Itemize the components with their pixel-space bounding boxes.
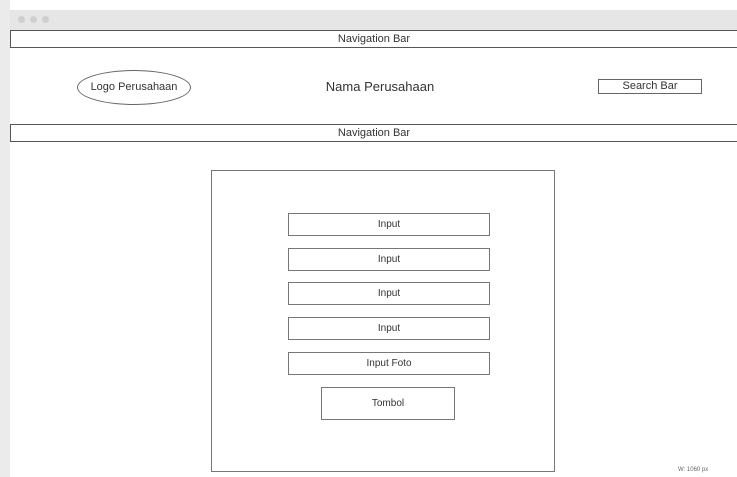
second-navigation-bar[interactable]: Navigation Bar (10, 124, 737, 142)
input-field-4[interactable]: Input (288, 317, 490, 340)
window-close-dot[interactable] (18, 16, 25, 23)
window-minimize-dot[interactable] (30, 16, 37, 23)
canvas-width-label: W: 1060 px (678, 467, 709, 473)
input-field-1[interactable]: Input (288, 213, 490, 236)
input-field-2[interactable]: Input (288, 248, 490, 271)
window-titlebar (10, 10, 737, 31)
mockup-window: Navigation Bar Logo Perusahaan Nama Peru… (10, 10, 737, 477)
search-bar[interactable]: Search Bar (598, 79, 702, 94)
window-maximize-dot[interactable] (42, 16, 49, 23)
photo-input-field[interactable]: Input Foto (288, 352, 490, 375)
left-gutter (0, 0, 10, 477)
form-panel: Input Input Input Input Input Foto Tombo… (211, 170, 555, 472)
submit-button[interactable]: Tombol (321, 387, 455, 420)
input-field-3[interactable]: Input (288, 282, 490, 305)
company-name: Nama Perusahaan (325, 79, 435, 94)
company-logo[interactable]: Logo Perusahaan (77, 70, 191, 105)
top-navigation-bar[interactable]: Navigation Bar (10, 30, 737, 48)
